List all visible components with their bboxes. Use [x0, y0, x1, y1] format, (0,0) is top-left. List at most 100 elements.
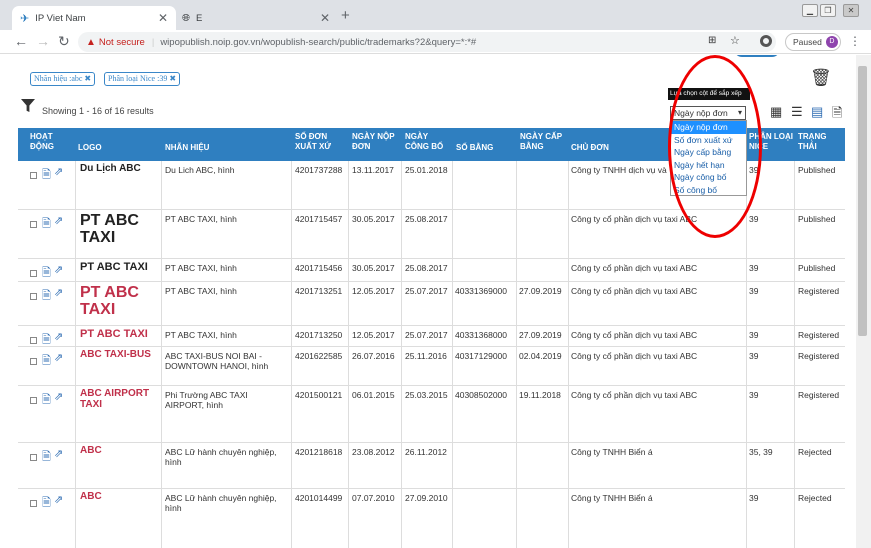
trademark-logo[interactable]: PT ABC TAXI	[80, 328, 148, 341]
external-link-icon[interactable]: ⇗	[54, 286, 63, 299]
external-link-icon[interactable]: ⇗	[54, 390, 63, 403]
star-icon[interactable]: ☆	[730, 34, 740, 47]
col-cert-number[interactable]: SỐ BẰNG	[456, 143, 493, 153]
row-checkbox[interactable]	[30, 500, 37, 507]
search-button[interactable]	[734, 55, 780, 57]
row-checkbox[interactable]	[30, 358, 37, 365]
tab-close-icon[interactable]: ✕	[158, 11, 168, 25]
column-divider	[401, 443, 402, 489]
tab-e[interactable]: 🌐︎ E ✕	[174, 6, 338, 30]
trademark-logo[interactable]: ABC TAXI-BUS	[80, 349, 151, 361]
trademark-logo[interactable]: PT ABC TAXI	[80, 261, 148, 274]
row-checkbox[interactable]	[30, 337, 37, 344]
table-view-icon[interactable]: ▤	[811, 104, 823, 120]
list-view-icon[interactable]: ☰	[791, 104, 803, 120]
row-checkbox[interactable]	[30, 172, 37, 179]
pub-date: 25.07.2017	[405, 330, 448, 340]
column-divider	[746, 282, 747, 326]
pdf-icon[interactable]: 🗎︎	[832, 104, 842, 126]
column-divider	[516, 210, 517, 259]
document-icon[interactable]: 🗎	[42, 391, 51, 410]
column-divider	[291, 347, 292, 386]
reload-button[interactable]: ↻	[58, 33, 70, 50]
column-divider	[291, 386, 292, 443]
row-checkbox[interactable]	[30, 221, 37, 228]
forward-button[interactable]: →	[36, 33, 50, 49]
external-link-icon[interactable]: ⇗	[54, 214, 63, 227]
document-icon[interactable]: 🗎	[42, 264, 51, 283]
tab-ip-viet-nam[interactable]: ✈ IP Viet Nam ✕	[12, 6, 176, 30]
new-tab-button[interactable]: +	[341, 7, 350, 24]
row-checkbox[interactable]	[30, 397, 37, 404]
col-owner[interactable]: CHỦ ĐƠN	[571, 143, 609, 153]
column-divider	[568, 386, 569, 443]
row-checkbox[interactable]	[30, 270, 37, 277]
column-divider	[348, 489, 349, 548]
col-trademark[interactable]: NHÃN HIỆU	[165, 143, 209, 153]
column-divider	[75, 259, 76, 282]
grid-view-icon[interactable]: ▦	[770, 104, 782, 120]
close-window-button[interactable]: ✕	[843, 4, 859, 17]
external-link-icon[interactable]: ⇗	[54, 351, 63, 364]
trademark-logo[interactable]: Du Lịch ABC	[80, 163, 141, 175]
column-divider	[516, 386, 517, 443]
status: Published	[798, 263, 836, 273]
filter-chip-trademark[interactable]: Nhãn hiệu :abc ✖	[30, 72, 96, 86]
column-divider	[348, 386, 349, 443]
owner: Công ty cổ phần dịch vụ taxi ABC	[571, 263, 698, 273]
column-divider	[516, 326, 517, 347]
url-text[interactable]: wipopublish.noip.gov.vn/wopublish-search…	[160, 37, 476, 48]
toolbar: ← → ↻ ▲ Not secure | wipopublish.noip.go…	[0, 30, 871, 54]
trademark-logo[interactable]: ABC AIRPORT TAXI	[80, 388, 158, 410]
row-checkbox[interactable]	[30, 454, 37, 461]
column-divider	[401, 210, 402, 259]
trademark-logo[interactable]: ABC	[80, 445, 102, 457]
document-icon[interactable]: 🗎	[42, 352, 51, 371]
tab-close-icon[interactable]: ✕	[320, 11, 330, 25]
filing-date: 26.07.2016	[352, 351, 395, 361]
back-button[interactable]: ←	[14, 33, 28, 49]
filter-icon[interactable]	[21, 99, 35, 112]
document-icon[interactable]: 🗎	[42, 494, 51, 513]
scrollbar-thumb[interactable]	[858, 66, 867, 336]
trademark-logo[interactable]: ABC	[80, 491, 102, 503]
address-bar[interactable]: ▲ Not secure | wipopublish.noip.gov.vn/w…	[78, 32, 776, 52]
nice-class: 35, 39	[749, 447, 773, 457]
trademark-logo[interactable]: PT ABC TAXI	[80, 212, 158, 247]
status: Rejected	[798, 447, 832, 457]
col-filing-date[interactable]: NGÀY NỘP ĐƠN	[352, 132, 402, 152]
column-divider	[401, 386, 402, 443]
col-grant-date[interactable]: NGÀY CẤP BẰNG	[520, 132, 566, 152]
column-divider	[568, 326, 569, 347]
external-link-icon[interactable]: ⇗	[54, 447, 63, 460]
column-divider	[568, 210, 569, 259]
browser-menu-icon[interactable]: ⋮	[849, 34, 861, 48]
external-link-icon[interactable]: ⇗	[54, 165, 63, 178]
minimize-button[interactable]: ▁	[802, 4, 818, 17]
column-divider	[161, 210, 162, 259]
col-status[interactable]: TRẠNG THÁI	[798, 132, 838, 152]
col-pub-date[interactable]: NGÀY CÔNG BỐ	[405, 132, 445, 152]
document-icon[interactable]: 🗎	[42, 287, 51, 306]
trademark-logo[interactable]: PT ABC TAXI	[80, 284, 158, 319]
grant-date: 27.09.2019	[519, 330, 562, 340]
translate-icon[interactable]: ⊞	[708, 35, 716, 46]
document-icon[interactable]: 🗎	[42, 448, 51, 467]
trash-icon[interactable]: 🗑︎	[810, 68, 832, 88]
col-app-number[interactable]: SỐ ĐƠN XUẤT XỨ	[295, 132, 345, 152]
trademark-name: PT ABC TAXI, hình	[165, 214, 237, 224]
document-icon[interactable]: 🗎	[42, 215, 51, 234]
col-logo[interactable]: LOGO	[78, 143, 102, 153]
external-link-icon[interactable]: ⇗	[54, 493, 63, 506]
nice-class: 39	[749, 214, 759, 224]
profile-button[interactable]: Paused D	[785, 33, 841, 51]
document-icon[interactable]: 🗎	[42, 166, 51, 185]
filter-chip-nice[interactable]: Phân loại Nice :39 ✖	[104, 72, 181, 86]
external-link-icon[interactable]: ⇗	[54, 263, 63, 276]
external-link-icon[interactable]: ⇗	[54, 330, 63, 343]
extension-icon[interactable]	[760, 35, 772, 47]
row-checkbox[interactable]	[30, 293, 37, 300]
security-status[interactable]: Not secure	[99, 37, 145, 48]
restore-button[interactable]: ❐	[820, 4, 836, 17]
column-divider	[161, 347, 162, 386]
